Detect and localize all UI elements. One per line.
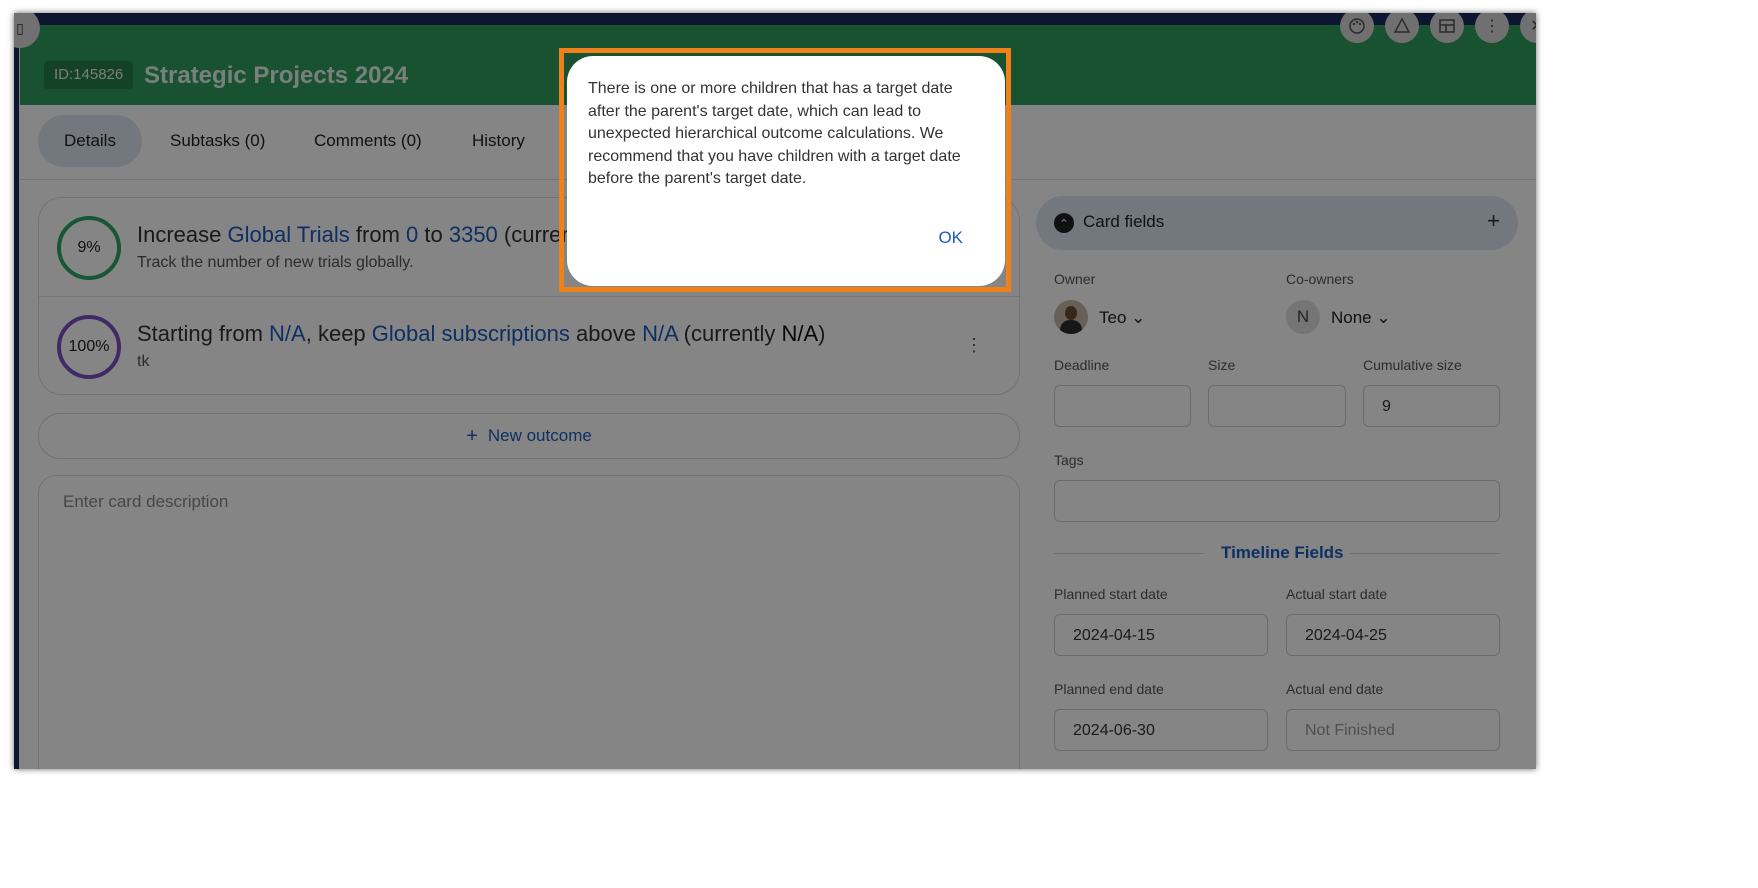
dialog-message: There is one or more children that has a… [588, 80, 961, 187]
warning-dialog: There is one or more children that has a… [567, 56, 1005, 286]
ok-button[interactable]: OK [938, 228, 963, 248]
